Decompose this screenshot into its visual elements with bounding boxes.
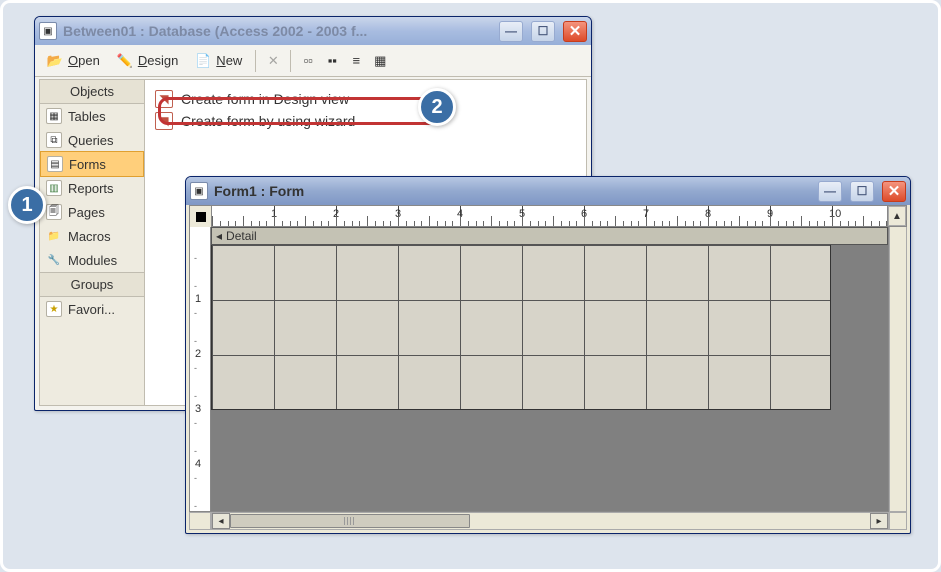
macros-icon: 📁 [46,228,62,244]
pages-icon: 🗐 [46,204,62,220]
close-button[interactable]: ✕ [563,21,587,42]
reports-icon: ▥ [46,180,62,196]
callout-2: 2 [418,88,456,126]
open-button[interactable]: 📂 Open [41,50,105,72]
form-minimize-button[interactable]: — [818,181,842,202]
horizontal-scrollbar-row: ◂ ▸ [189,512,907,530]
scroll-left-button[interactable]: ◂ [212,513,230,529]
nav-tables[interactable]: ▦Tables [40,104,144,128]
horizontal-ruler[interactable]: 1234567891011 [212,206,888,226]
favorites-icon: ★ [46,301,62,317]
scrollbar-thumb[interactable] [230,514,470,528]
objects-nav-panel: Objects ▦Tables ⧉Queries ▤Forms ▥Reports… [39,79,145,406]
new-icon: 📄 [194,52,212,70]
section-arrow-icon: ◂ [216,229,222,243]
db-toolbar: 📂 Open ✏️ Design 📄 New ✕ ▫▫ ▪▪ ≡ ▦ [35,45,591,77]
horizontal-scrollbar[interactable]: ◂ ▸ [211,512,889,530]
detail-section-header[interactable]: ◂ Detail [211,227,888,245]
design-icon: ✏️ [116,52,134,70]
minimize-button[interactable]: — [499,21,523,42]
app-icon: ▣ [39,22,57,40]
small-icons-view[interactable]: ▪▪ [323,52,341,70]
scrollbar-sizegrip [889,512,907,530]
list-item[interactable]: ◥Create form in Design view [155,88,576,110]
ruler-corner-selector[interactable] [190,206,212,228]
scroll-corner [189,512,211,530]
form-title: Form1 : Form [214,183,810,199]
large-icons-view[interactable]: ▫▫ [299,52,317,70]
modules-icon: 🔧 [46,252,62,268]
queries-icon: ⧉ [46,132,62,148]
form-icon: ▣ [190,182,208,200]
maximize-button[interactable]: ☐ [531,21,555,42]
list-view[interactable]: ≡ [347,52,365,70]
nav-favorites[interactable]: ★Favori... [40,297,144,321]
db-title: Between01 : Database (Access 2002 - 2003… [63,23,491,39]
form-design-window: ▣ Form1 : Form — ☐ ✕ 1234567891011 ▲ 123… [185,176,911,534]
tables-icon: ▦ [46,108,62,124]
form-titlebar[interactable]: ▣ Form1 : Form — ☐ ✕ [186,177,910,205]
objects-header: Objects [40,80,144,104]
horizontal-ruler-row: 1234567891011 ▲ [189,205,907,227]
open-icon: 📂 [46,52,64,70]
nav-reports[interactable]: ▥Reports [40,176,144,200]
nav-modules[interactable]: 🔧Modules [40,248,144,272]
vertical-ruler[interactable]: 1234----------- [189,227,211,512]
design-grid[interactable] [211,245,831,410]
form-close-button[interactable]: ✕ [882,181,906,202]
form-design-surface[interactable]: ◂ Detail [211,227,889,512]
form-maximize-button[interactable]: ☐ [850,181,874,202]
vertical-scrollbar[interactable] [889,227,907,512]
scroll-right-button[interactable]: ▸ [870,513,888,529]
design-button[interactable]: ✏️ Design [111,50,183,72]
wizard-icon: ◥ [155,112,173,130]
nav-macros[interactable]: 📁Macros [40,224,144,248]
scroll-up-button[interactable]: ▲ [888,206,906,226]
forms-icon: ▤ [47,156,63,172]
nav-forms[interactable]: ▤Forms [40,151,144,177]
db-titlebar[interactable]: ▣ Between01 : Database (Access 2002 - 20… [35,17,591,45]
delete-icon: ✕ [264,52,282,70]
groups-header: Groups [40,272,144,297]
callout-1: 1 [8,186,46,224]
nav-pages[interactable]: 🗐Pages [40,200,144,224]
nav-queries[interactable]: ⧉Queries [40,128,144,152]
new-button[interactable]: 📄 New [189,50,247,72]
list-item[interactable]: ◥Create form by using wizard [155,110,576,132]
details-view[interactable]: ▦ [371,52,389,70]
design-view-icon: ◥ [155,90,173,108]
